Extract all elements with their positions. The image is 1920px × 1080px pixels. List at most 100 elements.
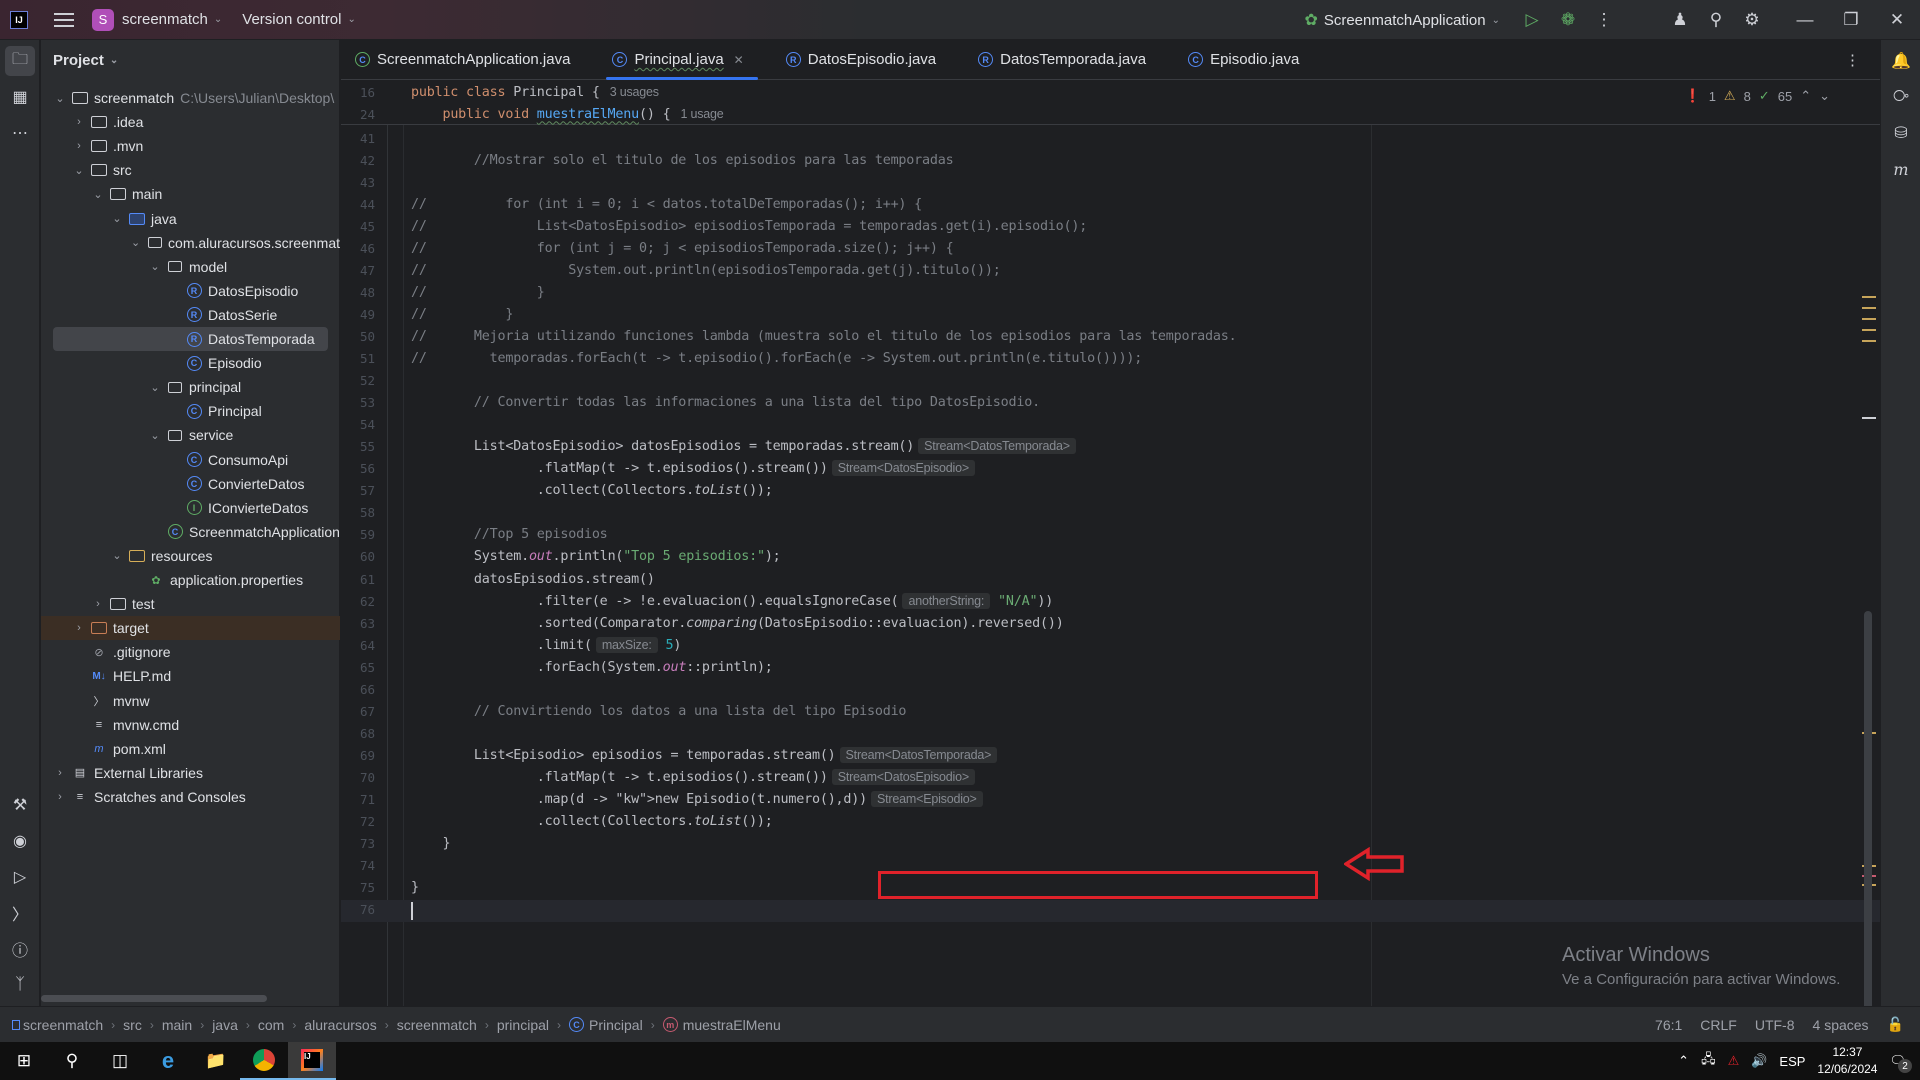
chevron-down-icon[interactable]: ⌄ (110, 549, 124, 562)
usages-hint[interactable]: 3 usages (604, 84, 665, 100)
tree-item[interactable]: ⌄ main (41, 182, 340, 206)
chevron-down-icon[interactable]: ⌄ (148, 429, 162, 442)
tree-item[interactable]: › test (41, 592, 340, 616)
chevron-down-icon[interactable]: ⌄ (53, 92, 67, 105)
tree-item[interactable]: R DatosSerie (41, 303, 340, 327)
chevron-right-icon[interactable]: › (72, 622, 86, 634)
version-control-menu[interactable]: Version control ⌄ (242, 0, 356, 40)
code-line[interactable]: 66 (341, 678, 1841, 700)
notifications-button[interactable]: 🔔 (1886, 46, 1916, 76)
clock[interactable]: 12:37 12/06/2024 (1817, 1044, 1877, 1078)
tree-item[interactable]: › .mvn (41, 134, 340, 158)
tree-item[interactable]: ⊘ .gitignore (41, 640, 340, 664)
breadcrumb-item[interactable]: main (162, 1017, 192, 1033)
code-line[interactable]: 41 (341, 127, 1841, 149)
tree-item[interactable]: 〉 mvnw (41, 689, 340, 713)
code-editor[interactable]: 16 public class Principal {3 usages 24 p… (341, 81, 1880, 1006)
code-line[interactable]: 43 (341, 171, 1841, 193)
chevron-down-icon[interactable]: ⌄ (91, 188, 105, 201)
code-line[interactable]: 48 // } (341, 281, 1841, 303)
sticky-line[interactable]: 16 public class Principal {3 usages (341, 81, 1841, 103)
run-button[interactable]: ▷ (1514, 0, 1550, 40)
tree-item[interactable]: m pom.xml (41, 737, 340, 761)
tree-item[interactable]: C ConsumoApi (41, 448, 340, 472)
code-with-me-button[interactable]: ♟ (1662, 0, 1698, 40)
tree-item[interactable]: ⌄ java (41, 207, 340, 231)
prev-highlight-icon[interactable]: ⌃ (1800, 88, 1811, 104)
database-button[interactable]: ⛁ (1886, 118, 1916, 148)
code-line[interactable]: 60 System.out.println("Top 5 episodios:"… (341, 546, 1841, 568)
tree-item[interactable]: R DatosEpisodio (41, 279, 340, 303)
more-tools-button[interactable]: ⋯ (5, 118, 35, 148)
main-menu-icon[interactable] (54, 12, 74, 27)
code-line[interactable]: 42 //Mostrar solo el titulo de los episo… (341, 149, 1841, 171)
next-highlight-icon[interactable]: ⌄ (1819, 88, 1830, 104)
breadcrumb-item[interactable]: Principal (589, 1017, 643, 1033)
breadcrumb-item[interactable]: muestraElMenu (683, 1017, 781, 1033)
show-hidden-icons[interactable]: ⌃ (1678, 1053, 1689, 1069)
search-button[interactable]: ⚲ (48, 1042, 96, 1080)
action-center-button[interactable]: 🗨 2 (1889, 1053, 1912, 1073)
code-line[interactable]: 71 .map(d -> "kw">new Episodio(t.numero(… (341, 789, 1841, 811)
indent-setting[interactable]: 4 spaces (1813, 1017, 1869, 1033)
tree-item[interactable]: C ConvierteDatos (41, 472, 340, 496)
editor-tab[interactable]: C Episodio.java (1174, 40, 1313, 80)
edge-button[interactable]: e (144, 1042, 192, 1080)
project-switcher[interactable]: S screenmatch ⌄ (74, 0, 222, 40)
tree-item[interactable]: ⌄ src (41, 158, 340, 182)
project-panel-header[interactable]: Project ⌄ (41, 40, 339, 80)
code-line[interactable]: 63 .sorted(Comparator.comparing(DatosEpi… (341, 612, 1841, 634)
search-everywhere-button[interactable]: ⚲ (1698, 0, 1734, 40)
chevron-right-icon[interactable]: › (72, 140, 86, 152)
code-line[interactable]: 65 .forEach(System.out::println); (341, 656, 1841, 678)
code-line[interactable]: 51 // temporadas.forEach(t -> t.episodio(… (341, 348, 1841, 370)
code-line[interactable]: 59 //Top 5 episodios (341, 524, 1841, 546)
chevron-down-icon[interactable]: ⌄ (110, 212, 124, 225)
code-line[interactable]: 69 List<Episodio> episodios = temporadas… (341, 744, 1841, 766)
file-explorer-button[interactable]: 📁 (192, 1042, 240, 1080)
close-window-button[interactable]: ✕ (1874, 0, 1920, 40)
tree-item[interactable]: ⌄ principal (41, 375, 340, 399)
breadcrumb-item[interactable]: principal (497, 1017, 549, 1033)
code-line[interactable]: 72 .collect(Collectors.toList()); (341, 811, 1841, 833)
code-line[interactable]: 67 // Convirtiendo los datos a una lista… (341, 700, 1841, 722)
breadcrumb-item[interactable]: screenmatch (23, 1017, 103, 1033)
editor-tab[interactable]: R DatosTemporada.java (964, 40, 1160, 80)
chevron-right-icon[interactable]: › (53, 767, 67, 779)
code-line[interactable]: 62 .filter(e -> !e.evaluacion().equalsIg… (341, 590, 1841, 612)
code-line[interactable]: 61 datosEpisodios.stream() (341, 568, 1841, 590)
breadcrumb-item[interactable]: screenmatch (397, 1017, 477, 1033)
chevron-down-icon[interactable]: ⌄ (129, 236, 142, 249)
git-tool-button[interactable]: ᛉ (5, 970, 35, 1000)
tree-item[interactable]: › target (41, 616, 340, 641)
code-line[interactable]: 45 // List<DatosEpisodio> episodiosTempor… (341, 215, 1841, 237)
input-language[interactable]: ESP (1779, 1054, 1805, 1069)
chevron-right-icon[interactable]: › (53, 791, 67, 803)
tree-item[interactable]: ✿ application.properties (41, 568, 340, 592)
code-line[interactable]: 70 .flatMap(t -> t.episodios().stream())… (341, 766, 1841, 788)
editor-tab[interactable]: C ScreenmatchApplication.java (341, 40, 584, 80)
run-config-selector[interactable]: ✿ ScreenmatchApplication ⌄ (1304, 0, 1500, 40)
breadcrumb-item[interactable]: java (212, 1017, 238, 1033)
tree-item[interactable]: ⌄ screenmatch C:\Users\Julian\Desktop\ (41, 86, 340, 110)
code-line[interactable]: 64 .limit(maxSize: 5) (341, 634, 1841, 656)
code-line[interactable]: 73 } (341, 833, 1841, 855)
more-actions-button[interactable]: ⋮ (1586, 0, 1622, 40)
chevron-right-icon[interactable]: › (72, 116, 86, 128)
code-line[interactable]: 53 // Convertir todas las informaciones … (341, 392, 1841, 414)
tree-item[interactable]: › ≡ Scratches and Consoles (41, 785, 340, 809)
problems-tool-button[interactable]: ⓘ (5, 934, 35, 964)
structure-tool-button[interactable]: ▦ (5, 82, 35, 112)
services-tool-button[interactable]: ◉ (5, 826, 35, 856)
caret-position[interactable]: 76:1 (1655, 1017, 1682, 1033)
tree-item[interactable]: I IConvierteDatos (41, 496, 340, 520)
editor-tab[interactable]: R DatosEpisodio.java (772, 40, 950, 80)
chrome-button[interactable] (240, 1042, 288, 1080)
debug-button[interactable]: ❁ (1550, 0, 1586, 40)
inspection-widget[interactable]: ❗ 1 ⚠ 8 ✓ 65 ⌃ ⌄ (1685, 88, 1831, 104)
tree-item[interactable]: ⌄ resources (41, 544, 340, 568)
sticky-line[interactable]: 24 public void muestraElMenu() {1 usage (341, 103, 1841, 125)
tree-item[interactable]: ⌄ service (41, 423, 340, 447)
ai-assistant-button[interactable]: ⧂ (1886, 82, 1916, 112)
minimize-button[interactable]: — (1782, 0, 1828, 40)
